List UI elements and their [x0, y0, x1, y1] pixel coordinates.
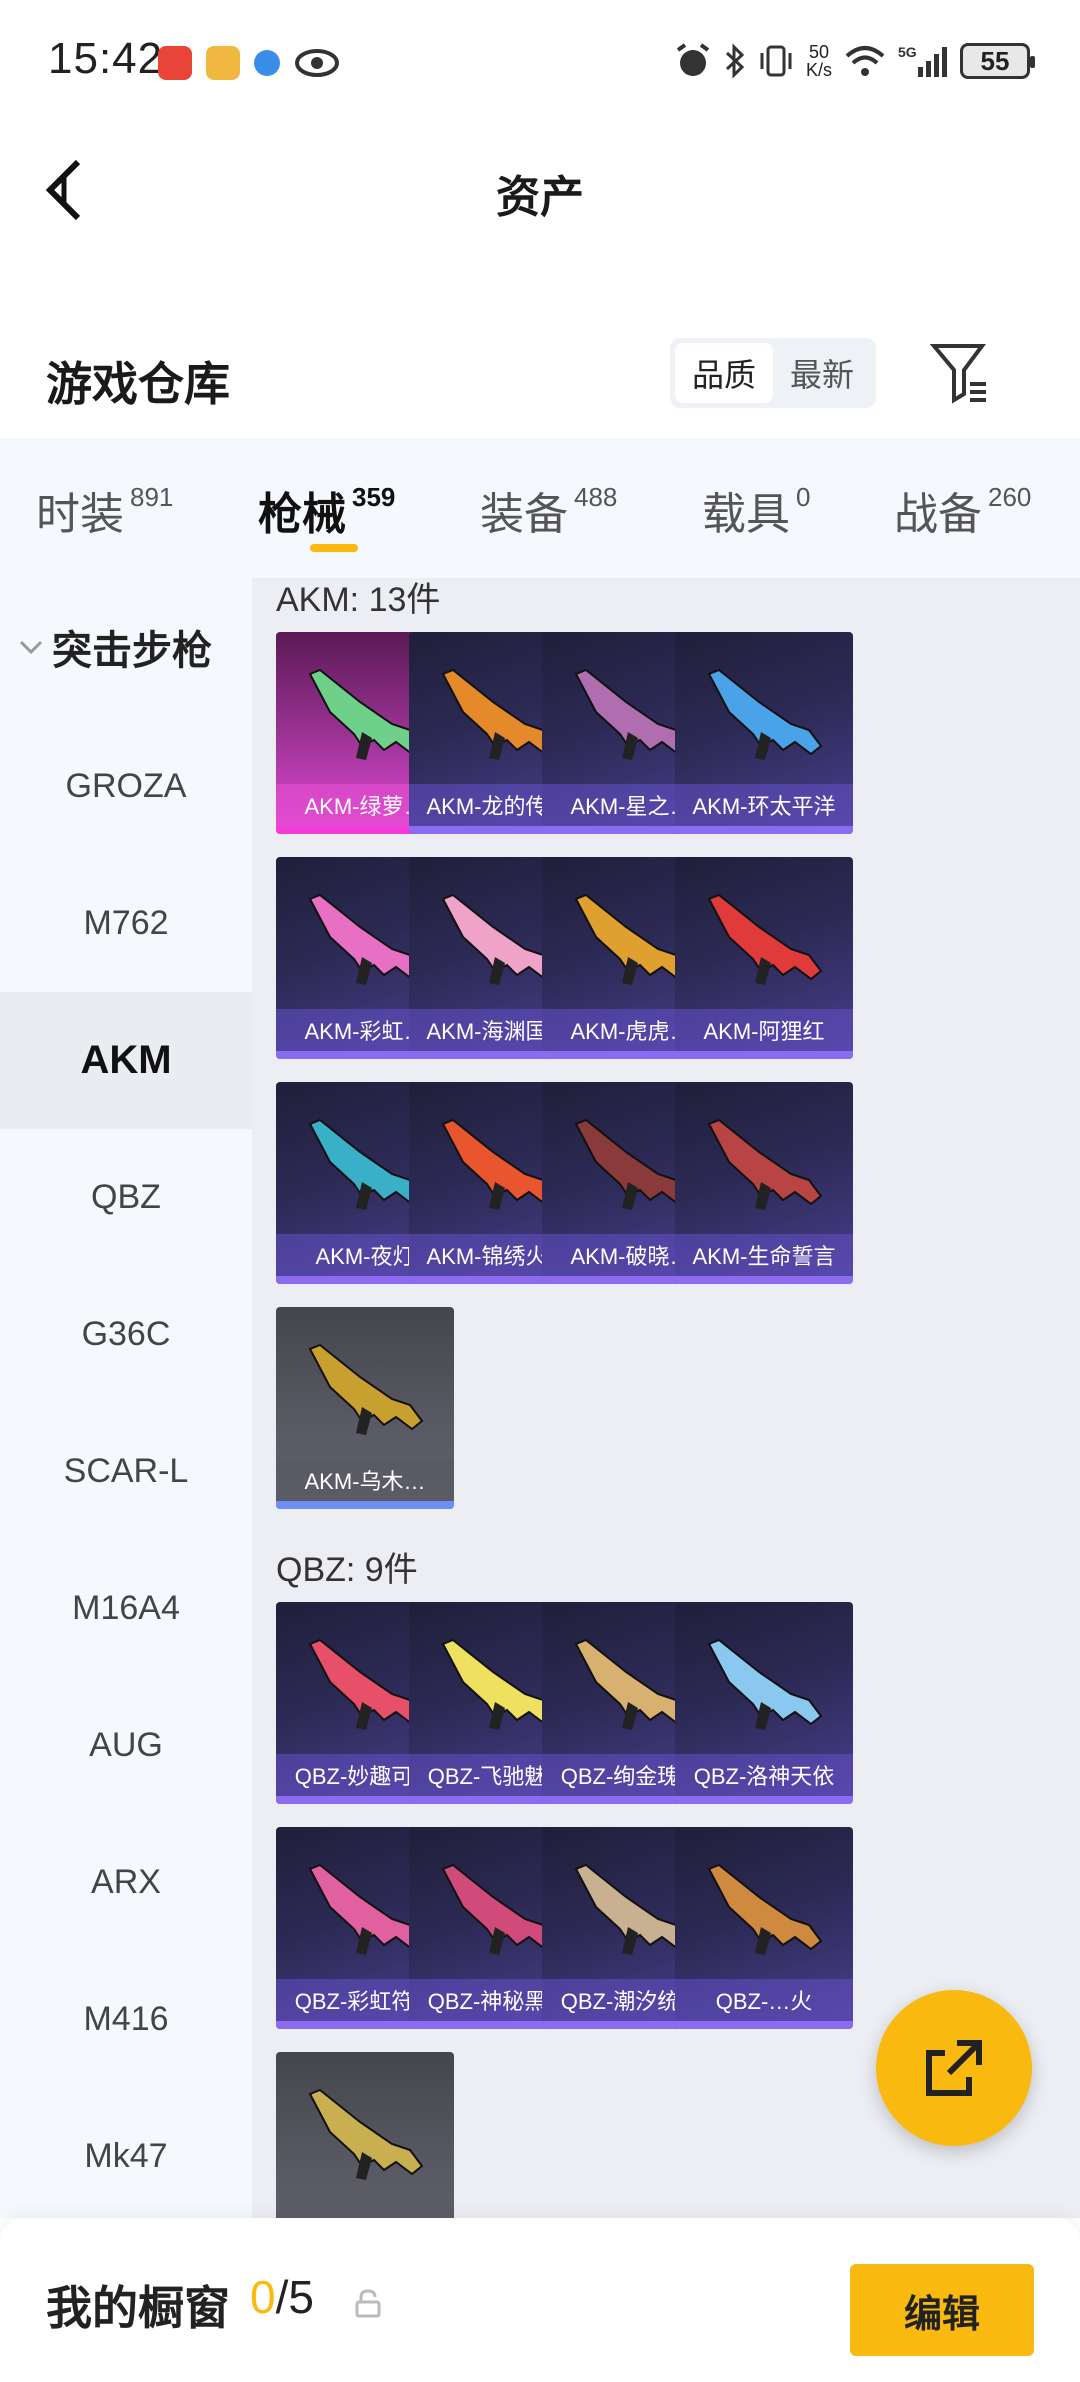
- rarity-bar: [675, 1051, 853, 1059]
- app-notification-icon: [158, 46, 192, 80]
- showcase-bar: 我的橱窗 0/5 编辑: [0, 2218, 1080, 2382]
- skin-name: QBZ-…火: [675, 1979, 853, 2021]
- chevron-down-icon: [19, 640, 43, 655]
- skin-card[interactable]: [276, 2052, 454, 2218]
- notification-icons: [158, 46, 340, 80]
- eye-icon: [295, 49, 339, 77]
- rarity-bar: [675, 1276, 853, 1284]
- tab-equipment[interactable]: 装备 488: [480, 478, 617, 542]
- alarm-icon: [676, 43, 710, 76]
- skin-card[interactable]: AKM-生命誓言: [675, 1082, 853, 1284]
- share-export-icon: [926, 2040, 982, 2096]
- sort-option-newest[interactable]: 最新: [773, 343, 871, 403]
- tab-vehicles[interactable]: 载具 0: [702, 478, 810, 542]
- filter-button[interactable]: [928, 336, 992, 408]
- skin-name: AKM-环太平洋: [675, 784, 853, 826]
- section-title: 游戏仓库: [46, 358, 230, 410]
- system-status-icons: 50 K/s 5G 55: [674, 42, 1035, 80]
- sidebar-item-m16a4[interactable]: M16A4: [0, 1540, 252, 1677]
- category-tabs: 时装 891 枪械 359 装备 488 载具 0 战备 260: [0, 438, 1080, 578]
- skin-card[interactable]: AKM-环太平洋: [675, 632, 853, 834]
- sidebar-item-akm[interactable]: AKM: [0, 992, 252, 1129]
- tab-firearms[interactable]: 枪械 359: [258, 478, 395, 542]
- category-header[interactable]: 突击步枪: [18, 618, 212, 676]
- sidebar-item-aug[interactable]: AUG: [0, 1677, 252, 1814]
- share-button[interactable]: [876, 1990, 1032, 2146]
- skin-name: QBZ-洛神天依: [675, 1754, 853, 1796]
- app-notification-icon: [254, 50, 280, 76]
- filter-icon: [929, 344, 986, 404]
- warehouse-header: 游戏仓库 品质 最新: [0, 330, 1080, 430]
- lock-icon: [355, 2289, 381, 2318]
- active-tab-indicator: [310, 544, 358, 552]
- skin-name: AKM-阿狸红: [675, 1009, 853, 1051]
- app-notification-icon: [206, 46, 240, 80]
- showcase-count: 0/5: [250, 2271, 314, 2323]
- gun-skin-image: [707, 668, 823, 760]
- app-header: 资产: [0, 125, 1080, 250]
- vibrate-icon: [760, 45, 792, 77]
- skin-card[interactable]: QBZ-…火: [675, 1827, 853, 2029]
- sidebar-item-g36c[interactable]: G36C: [0, 1266, 252, 1403]
- rarity-bar: [675, 1796, 853, 1804]
- svg-text:5G: 5G: [898, 44, 917, 60]
- group-title: AKM: 13件: [276, 581, 441, 619]
- sort-toggle: 品质 最新: [670, 338, 876, 408]
- sidebar-item-mk47[interactable]: Mk47: [0, 2088, 252, 2225]
- signal-icon: 5G: [898, 44, 947, 77]
- gun-skin-image: [707, 1638, 823, 1730]
- showcase-label: 我的橱窗: [46, 2282, 230, 2334]
- gun-skin-image: [707, 1863, 823, 1955]
- sidebar-item-m416[interactable]: M416: [0, 1951, 252, 2088]
- bluetooth-icon: [725, 43, 745, 79]
- tab-supplies[interactable]: 战备 260: [894, 478, 1031, 542]
- gun-skin-image: [308, 2088, 424, 2180]
- status-bar: 15:42 50 K/s 5G 55: [0, 0, 1080, 125]
- skin-card[interactable]: AKM-阿狸红: [675, 857, 853, 1059]
- rarity-bar: [276, 1501, 454, 1509]
- battery-indicator: 55: [960, 43, 1035, 79]
- skin-name: AKM-乌木…: [276, 1459, 454, 1501]
- sidebar-item-arx[interactable]: ARX: [0, 1814, 252, 1951]
- sidebar-item-groza[interactable]: GROZA: [0, 718, 252, 855]
- sort-option-quality[interactable]: 品质: [675, 343, 773, 403]
- network-speed: 50 K/s: [805, 42, 832, 80]
- gun-skin-image: [707, 1118, 823, 1210]
- rarity-bar: [675, 2021, 853, 2029]
- skin-card[interactable]: QBZ-洛神天依: [675, 1602, 853, 1804]
- sidebar-item-m762[interactable]: M762: [0, 855, 252, 992]
- sidebar-item-scar-l[interactable]: SCAR-L: [0, 1403, 252, 1540]
- gun-skin-image: [308, 1343, 424, 1435]
- skin-name: AKM-生命誓言: [675, 1234, 853, 1276]
- wifi-icon: [845, 46, 885, 76]
- sidebar-item-qbz[interactable]: QBZ: [0, 1129, 252, 1266]
- page-title: 资产: [496, 173, 584, 222]
- rarity-bar: [675, 826, 853, 834]
- tab-fashion[interactable]: 时装 891: [36, 478, 173, 542]
- category-label: 突击步枪: [52, 629, 212, 673]
- status-time: 15:42: [48, 34, 164, 83]
- group-title: QBZ: 9件: [276, 1551, 418, 1589]
- gun-skin-image: [707, 893, 823, 985]
- weapon-category-sidebar: 突击步枪 GROZA M762 AKM QBZ G36C SCAR-L M16A…: [0, 578, 252, 2218]
- skin-grid: AKM: 13件5级AKM-绿萝…AKM-龙的传人AKM-星之…AKM-环太平洋…: [252, 578, 1080, 2218]
- edit-button[interactable]: 编辑: [850, 2264, 1034, 2356]
- skin-card[interactable]: AKM-乌木…: [276, 1307, 454, 1509]
